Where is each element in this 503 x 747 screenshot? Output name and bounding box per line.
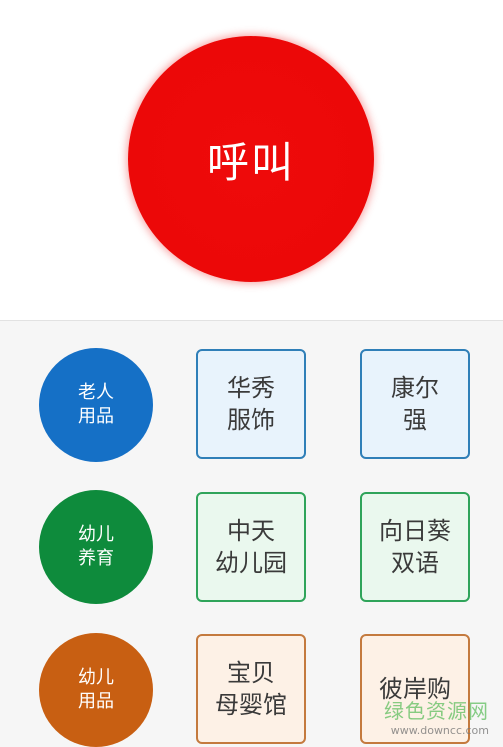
shop-card-label: 华秀 服饰 — [227, 374, 275, 434]
category-child-rearing[interactable]: 幼儿 养育 — [39, 490, 153, 604]
category-elderly-supplies[interactable]: 老人 用品 — [39, 348, 153, 462]
shop-card-huaxiu[interactable]: 华秀 服饰 — [196, 349, 306, 459]
shop-card-kangerqiang[interactable]: 康尔 强 — [360, 349, 470, 459]
shop-card-bianggou[interactable]: 彼岸购 — [360, 634, 470, 744]
call-button[interactable]: 呼叫 — [128, 36, 374, 282]
shop-card-label: 中天 幼儿园 — [215, 517, 287, 577]
category-child-supplies[interactable]: 幼儿 用品 — [39, 633, 153, 747]
shop-card-zhongtian-kindergarten[interactable]: 中天 幼儿园 — [196, 492, 306, 602]
shop-card-label: 向日葵 双语 — [379, 517, 451, 577]
shop-card-baobei-baby-store[interactable]: 宝贝 母婴馆 — [196, 634, 306, 744]
category-label: 幼儿 用品 — [78, 667, 114, 712]
shop-card-sunflower-bilingual[interactable]: 向日葵 双语 — [360, 492, 470, 602]
category-label: 幼儿 养育 — [78, 524, 114, 569]
shop-card-label: 康尔 强 — [391, 374, 439, 434]
call-panel: 呼叫 — [0, 0, 503, 321]
category-label: 老人 用品 — [78, 382, 114, 427]
call-button-label: 呼叫 — [206, 137, 295, 187]
shop-card-label: 宝贝 母婴馆 — [215, 659, 287, 719]
shop-card-label: 彼岸购 — [379, 675, 451, 703]
service-grid: 老人 用品 华秀 服饰 康尔 强 幼儿 养育 中天 幼儿园 向日葵 双语 幼儿 … — [0, 321, 503, 747]
